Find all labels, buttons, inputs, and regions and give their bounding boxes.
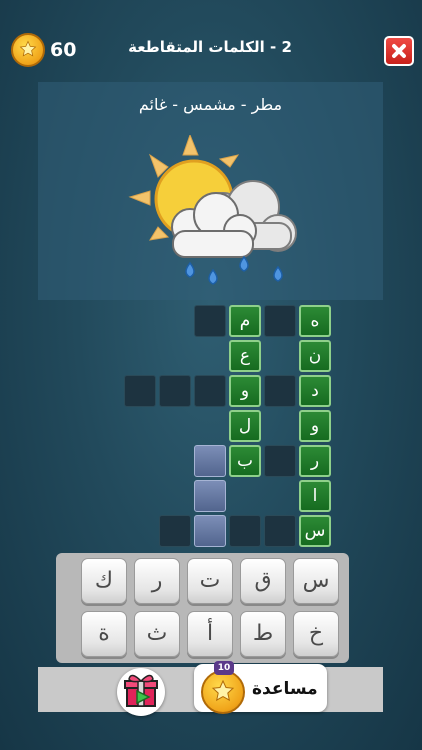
star-coin-icon xyxy=(201,670,245,714)
key-ta-marbuta[interactable]: ة xyxy=(81,611,127,657)
grid-cell-r2c9[interactable]: ن xyxy=(299,340,331,372)
grid-cell-r3c8[interactable] xyxy=(264,375,296,407)
clue-hint: مطر - مشمس - غائم xyxy=(138,95,283,114)
grid-cell-r1c7[interactable]: م xyxy=(229,305,261,337)
grid-cell-r3c9[interactable]: د xyxy=(299,375,331,407)
key-kha[interactable]: خ xyxy=(293,611,339,657)
key-alef-hamza[interactable]: أ xyxy=(187,611,233,657)
grid-cell-r5c6[interactable] xyxy=(194,445,226,477)
grid-cell-r3c6[interactable] xyxy=(194,375,226,407)
grid-cell-r4c7[interactable]: ل xyxy=(229,410,261,442)
key-ta[interactable]: ت xyxy=(187,558,233,604)
grid-cell-r1c8[interactable] xyxy=(264,305,296,337)
grid-cell-r3c7[interactable]: و xyxy=(229,375,261,407)
close-button[interactable] xyxy=(384,36,414,66)
grid-cell-r3c5[interactable] xyxy=(159,375,191,407)
grid-cell-r7c9[interactable]: س xyxy=(299,515,331,547)
weather-image xyxy=(128,133,298,304)
key-ra[interactable]: ر xyxy=(134,558,180,604)
grid-cell-r5c9[interactable]: ر xyxy=(299,445,331,477)
help-label: مساعدة xyxy=(252,679,318,699)
gift-button[interactable] xyxy=(117,668,165,716)
grid-cell-r5c7[interactable]: ب xyxy=(229,445,261,477)
help-cost-badge: 10 xyxy=(214,661,234,675)
key-tha[interactable]: ث xyxy=(134,611,180,657)
grid-cell-r2c7[interactable]: ع xyxy=(229,340,261,372)
grid-cell-r5c8[interactable] xyxy=(264,445,296,477)
grid-cell-r1c6[interactable] xyxy=(194,305,226,337)
grid-cell-r3c4[interactable] xyxy=(124,375,156,407)
key-qaf[interactable]: ق xyxy=(240,558,286,604)
grid-cell-r7c6[interactable] xyxy=(194,515,226,547)
gift-box-icon xyxy=(124,674,158,707)
grid-cell-r4c9[interactable]: و xyxy=(299,410,331,442)
level-title: 2 - الكلمات المتقاطعة xyxy=(128,38,292,56)
key-tah[interactable]: ط xyxy=(240,611,286,657)
grid-cell-r6c9[interactable]: ا xyxy=(299,480,331,512)
coin-icon xyxy=(11,33,45,67)
key-kaf[interactable]: ك xyxy=(81,558,127,604)
grid-cell-r7c7[interactable] xyxy=(229,515,261,547)
grid-cell-r1c9[interactable]: ه xyxy=(299,305,331,337)
grid-cell-r7c8[interactable] xyxy=(264,515,296,547)
grid-cell-r6c6[interactable] xyxy=(194,480,226,512)
grid-cell-r7c5[interactable] xyxy=(159,515,191,547)
coins-count: 60 xyxy=(50,39,77,61)
key-sin[interactable]: س xyxy=(293,558,339,604)
